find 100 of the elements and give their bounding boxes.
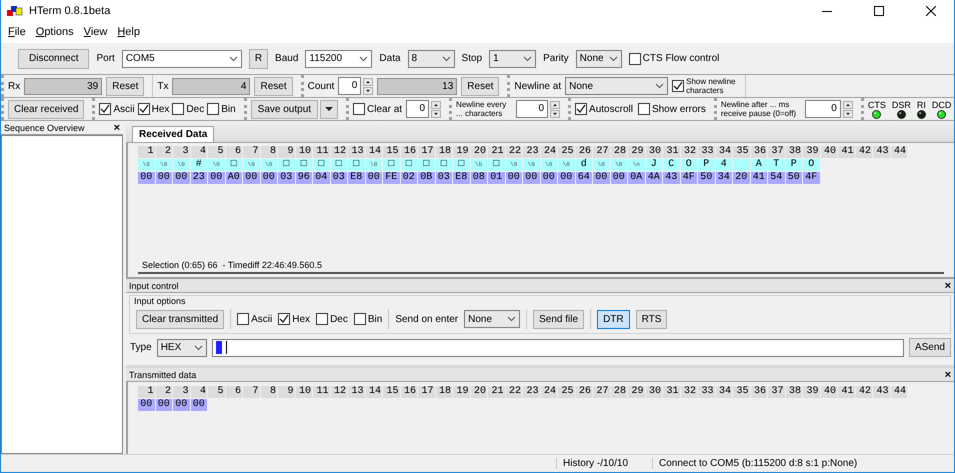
reset-button[interactable]: Reset xyxy=(106,76,144,96)
column-index: 37 xyxy=(768,386,784,398)
hex-cell: 00 xyxy=(173,399,190,411)
newline-every-label: Newline every ... characters xyxy=(456,100,508,118)
ascii-cell: C xyxy=(663,159,680,171)
rx-label: Rx xyxy=(8,80,20,92)
tx-label: Tx xyxy=(157,80,168,92)
column-index: 9 xyxy=(278,146,294,158)
column-index: 11 xyxy=(313,146,330,158)
rx-counter: 39 xyxy=(24,78,102,94)
disconnect-button[interactable]: Disconnect xyxy=(18,48,90,68)
column-index: 44 xyxy=(890,386,907,398)
hex-cell: 64 xyxy=(576,172,592,184)
format-checkbox[interactable]: Hex xyxy=(278,313,310,325)
format-checkbox[interactable]: Dec xyxy=(316,313,348,325)
ascii-cell: □ xyxy=(418,159,434,171)
ascii-cell: □ xyxy=(226,159,242,171)
received-data-tab[interactable]: Received Data xyxy=(132,126,214,142)
spin-up-icon[interactable] xyxy=(363,78,374,86)
type-dropdown[interactable]: HEX xyxy=(156,338,207,356)
close-icon[interactable]: × xyxy=(944,368,951,380)
hex-cell: 00 xyxy=(593,172,610,184)
hex-cell: 08 xyxy=(470,172,487,184)
ascii-cell xyxy=(733,159,750,171)
hex-cell: 03 xyxy=(330,172,347,184)
rescan-button[interactable]: R xyxy=(248,48,268,68)
menu-item[interactable]: View xyxy=(78,26,112,38)
format-checkbox[interactable]: Ascii xyxy=(237,313,272,325)
column-index: 7 xyxy=(243,386,260,398)
format-checkbox[interactable]: Bin xyxy=(207,103,236,115)
spin-down-icon[interactable] xyxy=(431,110,442,118)
spin-down-icon[interactable] xyxy=(842,110,853,118)
data-label: Data xyxy=(379,53,401,64)
send-button[interactable]: ASend xyxy=(908,338,951,357)
show-errors-checkbox[interactable]: Show errors xyxy=(638,103,706,115)
spin-up-icon[interactable] xyxy=(842,100,853,108)
column-index: 38 xyxy=(786,146,802,158)
format-checkbox[interactable]: Hex xyxy=(138,103,170,115)
column-index: 27 xyxy=(593,386,610,398)
count-label: Count xyxy=(308,80,334,92)
close-icon[interactable]: × xyxy=(944,280,951,292)
data-dropdown[interactable]: 8 xyxy=(408,50,455,68)
column-index: 34 xyxy=(716,146,732,158)
ascii-cell: O xyxy=(803,159,820,171)
format-checkbox[interactable]: Ascii xyxy=(99,103,135,115)
menu-item[interactable]: File xyxy=(3,26,31,38)
cts-flow-checkbox[interactable]: CTS Flow control xyxy=(628,52,720,64)
column-index: 10 xyxy=(296,146,312,158)
ascii-cell: □ xyxy=(383,159,400,171)
autoscroll-checkbox[interactable]: Autoscroll xyxy=(575,103,633,115)
hex-cell: 4A xyxy=(646,172,662,184)
column-index: 20 xyxy=(470,386,487,398)
save-menu-button[interactable] xyxy=(320,100,338,118)
hex-cell: 0A xyxy=(628,172,644,184)
column-index: 33 xyxy=(698,386,714,398)
port-dropdown[interactable]: COM5 xyxy=(122,50,242,68)
ascii-cell: □ xyxy=(313,159,330,171)
spin-up-icon[interactable] xyxy=(550,100,560,108)
clear-at-field[interactable]: 0 xyxy=(406,100,430,118)
maximize-icon[interactable] xyxy=(874,6,884,16)
input-field[interactable] xyxy=(212,338,904,356)
close-icon[interactable]: × xyxy=(114,122,120,134)
parity-dropdown[interactable]: None xyxy=(576,50,622,68)
save-output-button[interactable]: Save output xyxy=(250,100,318,118)
format-checkbox[interactable]: Bin xyxy=(354,313,382,325)
dtr-button[interactable]: DTR xyxy=(597,310,630,328)
newline-after-field[interactable]: 0 xyxy=(804,100,841,118)
reset-button[interactable]: Reset xyxy=(461,76,500,96)
clear-transmitted-button[interactable]: Clear transmitted xyxy=(136,310,224,328)
stop-label: Stop xyxy=(462,53,482,64)
close-icon[interactable] xyxy=(926,6,936,16)
column-index: 26 xyxy=(576,386,592,398)
format-checkbox[interactable]: Dec xyxy=(172,103,204,115)
newline-every-field[interactable]: 0 xyxy=(516,100,548,118)
clear-received-button[interactable]: Clear received xyxy=(8,100,84,118)
spin-down-icon[interactable] xyxy=(550,110,560,118)
menu-item[interactable]: Options xyxy=(30,26,79,38)
hex-cell: 34 xyxy=(716,172,732,184)
column-index: 21 xyxy=(488,386,504,398)
send-on-enter-dropdown[interactable]: None xyxy=(464,310,520,328)
rts-button[interactable]: RTS xyxy=(636,310,668,328)
send-file-button[interactable]: Send file xyxy=(533,310,584,328)
column-index: 19 xyxy=(453,386,470,398)
reset-button[interactable]: Reset xyxy=(254,76,293,96)
baud-dropdown[interactable]: 115200 xyxy=(305,50,372,68)
send-on-enter-label: Send on enter xyxy=(395,314,458,324)
column-index: 23 xyxy=(523,386,540,398)
hex-cell: E8 xyxy=(348,172,364,184)
show-newline-checkbox[interactable]: Show newline characters xyxy=(672,77,742,95)
column-index: 34 xyxy=(716,386,732,398)
spin-up-icon[interactable] xyxy=(431,100,442,108)
clear-at-checkbox[interactable]: Clear at xyxy=(353,103,402,115)
hex-cell: 00 xyxy=(156,172,172,184)
spin-down-icon[interactable] xyxy=(363,86,374,94)
stop-dropdown[interactable]: 1 xyxy=(489,50,536,68)
newline-at-dropdown[interactable]: None xyxy=(565,77,668,95)
count-field[interactable]: 0 xyxy=(338,77,362,95)
menu-item[interactable]: Help xyxy=(112,26,145,38)
column-index: 4 xyxy=(190,146,207,158)
hex-cell: 00 xyxy=(558,172,574,184)
